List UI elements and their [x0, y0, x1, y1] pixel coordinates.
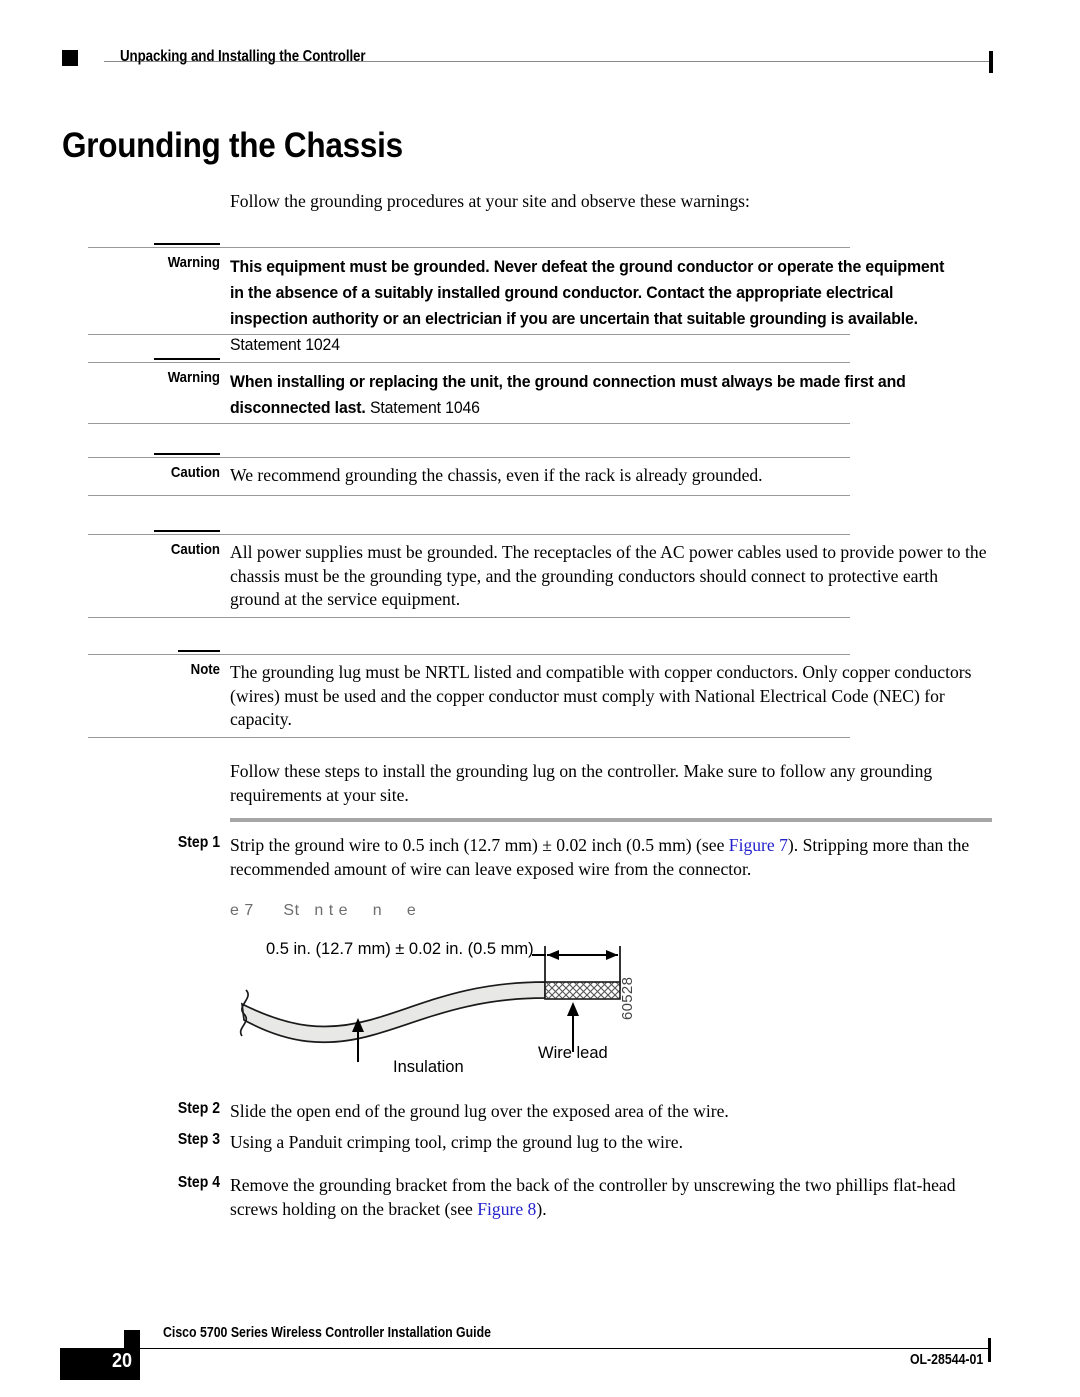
wire-lead-label: Wire lead [538, 1044, 608, 1062]
figure-art-number: 60528 [619, 976, 636, 1020]
admonition-body: The grounding lug must be NRTL listed an… [230, 662, 972, 729]
steps-divider-rule [230, 818, 992, 822]
admonition-label-rule [154, 358, 220, 360]
admonition-top-rule [88, 654, 850, 655]
admonition-bottom-rule [88, 495, 850, 496]
admonition-top-rule [88, 534, 850, 535]
footer-guide-title: Cisco 5700 Series Wireless Controller In… [163, 1325, 491, 1341]
admonition-body: We recommend grounding the chassis, even… [230, 465, 763, 485]
admonition-label-rule [154, 453, 220, 455]
steps-intro-paragraph: Follow these steps to install the ground… [230, 761, 933, 805]
step-body: Strip the ground wire to 0.5 inch (12.7 … [230, 834, 992, 881]
footer-bullet-square-icon [124, 1330, 140, 1348]
footer-rule [136, 1348, 991, 1349]
admonition-body: When installing or replacing the unit, t… [230, 369, 958, 421]
page-title: Grounding the Chassis [62, 126, 403, 165]
step-label: Step 1 [177, 834, 220, 851]
document-page: Unpacking and Installing the Controller … [0, 0, 1080, 1397]
admonition-statement: Statement 1024 [230, 335, 340, 354]
wire-lead-callout-arrowhead [567, 1002, 579, 1016]
admonition-label-rule [178, 650, 220, 652]
dimension-arrowhead-right [606, 950, 618, 960]
admonition-top-rule [88, 457, 850, 458]
admonition-statement: Statement 1046 [369, 398, 480, 417]
step-body: Slide the open end of the ground lug ove… [230, 1101, 729, 1121]
step-text-after-link: ). [536, 1198, 547, 1219]
wire-lead-hatched [544, 981, 621, 1000]
step-body: Using a Panduit crimping tool, crimp the… [230, 1132, 683, 1152]
admonition-label: Caution [170, 541, 220, 558]
admonition-label: Warning [167, 254, 220, 271]
figure-stripping-ground-wire: 0.5 in. (12.7 mm) ± 0.02 in. (0.5 mm) In… [230, 932, 660, 1092]
step-body: Remove the grounding bracket from the ba… [230, 1174, 992, 1221]
admonition-body: This equipment must be grounded. Never d… [230, 254, 958, 358]
wire-insulation-shape [240, 981, 546, 1044]
admonition-bold-text: When installing or replacing the unit, t… [230, 372, 906, 417]
admonition-bottom-rule [88, 423, 850, 424]
admonition-top-rule [88, 247, 850, 248]
footer-page-number: 20 [111, 1350, 132, 1372]
admonition-label-rule [154, 530, 220, 532]
step-text-before-link: Remove the grounding bracket from the ba… [230, 1175, 956, 1219]
figure-8-link[interactable]: Figure 8 [477, 1199, 536, 1219]
admonition-bottom-rule [88, 737, 850, 738]
footer-end-tick [988, 1338, 991, 1362]
admonition-label: Note [190, 661, 220, 678]
step-label: Step 4 [177, 1174, 220, 1191]
intro-paragraph: Follow the grounding procedures at your … [230, 191, 750, 211]
figure-caption: e 7 St n t e n e [230, 902, 417, 919]
step-label: Step 2 [177, 1100, 220, 1117]
header-bullet-square-icon [62, 50, 78, 66]
dimension-arrowhead-left [547, 950, 559, 960]
figure-7-link[interactable]: Figure 7 [729, 835, 788, 855]
header-chapter-title: Unpacking and Installing the Controller [120, 48, 366, 65]
admonition-top-rule [88, 362, 850, 363]
step-label: Step 3 [177, 1131, 220, 1148]
admonition-label: Warning [167, 369, 220, 386]
dimension-label: 0.5 in. (12.7 mm) ± 0.02 in. (0.5 mm) [266, 940, 534, 958]
admonition-bold-text: This equipment must be grounded. Never d… [230, 257, 945, 328]
header-end-tick [989, 51, 993, 73]
admonition-body: All power supplies must be grounded. The… [230, 542, 987, 609]
admonition-label: Caution [170, 464, 220, 481]
admonition-label-rule [154, 243, 220, 245]
step-text-before-link: Strip the ground wire to 0.5 inch (12.7 … [230, 835, 729, 855]
footer-doc-id: OL-28544-01 [909, 1352, 983, 1368]
insulation-label: Insulation [393, 1058, 464, 1076]
admonition-bottom-rule [88, 617, 850, 618]
admonition-bottom-rule [88, 334, 850, 335]
